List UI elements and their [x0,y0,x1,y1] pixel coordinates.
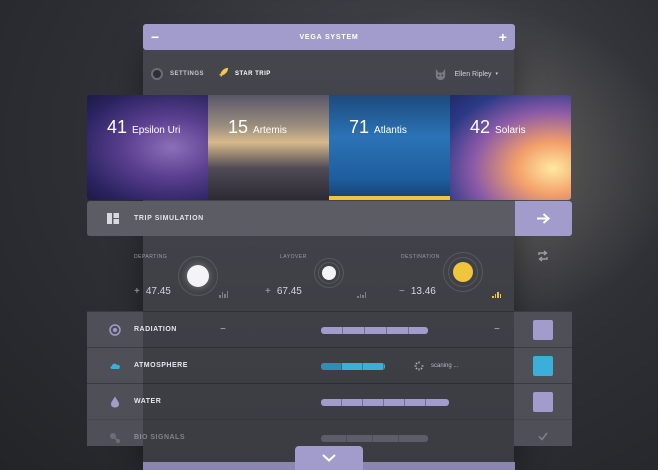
top-nav: SETTINGS STAR TRIP Ellen Ripley ▾ [143,60,514,88]
window-title: VEGA SYSTEM [299,33,359,41]
nav-item-settings[interactable]: SETTINGS [151,68,204,80]
destination-knob[interactable] [453,262,473,282]
atmosphere-status: scaning ... [414,361,458,371]
gear-icon [151,68,163,80]
destination-number: 42 [470,117,491,137]
drop-icon [111,396,119,407]
layover-caption: LAYOVER [280,254,307,260]
radiation-icon [109,323,121,336]
system-row-radiation: RADIATION − − [87,311,572,347]
destination-value: −13.46 [399,286,436,297]
trip-simulation-title: TRIP SIMULATION [134,215,204,222]
nav-item-star-trip[interactable]: STAR TRIP [218,67,271,81]
user-name: Ellen Ripley [454,70,492,78]
bio-icon [110,432,120,443]
status-text: scaning ... [431,362,459,369]
destination-name: Solaris [495,125,526,136]
destination-number: 13.46 [410,286,436,297]
system-label: WATER [134,398,162,405]
departing-caption: DEPARTING [134,254,168,260]
destination-name: Artemis [253,125,287,136]
destination-op: − [399,286,405,297]
destination-card-epsilon-uri[interactable]: 41 Epsilon Uri [87,95,208,200]
layover-number: 67.45 [276,286,302,297]
system-row-water: WATER [87,383,572,419]
departing-op: + [134,286,140,297]
bars-icon [357,291,367,298]
radiation-toggle[interactable] [533,320,553,340]
expand-button[interactable] [295,446,363,470]
bars-icon [219,291,229,298]
minimize-button[interactable]: − [151,30,159,44]
atmosphere-slider[interactable] [321,363,385,370]
repeat-icon[interactable] [537,250,549,262]
arrow-right-icon [537,213,550,224]
decrease-button-right[interactable]: − [494,324,500,335]
destination-card-atlantis[interactable]: 71 Atlantis [329,95,450,200]
check-icon[interactable] [538,432,548,441]
decrease-button[interactable]: − [220,324,226,335]
layover-value: +67.45 [265,286,302,297]
water-toggle[interactable] [533,392,553,412]
system-label: BIO SIGNALS [134,434,186,441]
layover-knob[interactable] [322,266,336,280]
add-button[interactable]: + [499,30,507,44]
cat-avatar-icon [435,68,445,80]
user-menu[interactable]: Ellen Ripley ▾ [434,68,498,81]
spinner-icon [414,361,424,370]
start-trip-button[interactable] [515,201,572,236]
layover-control: LAYOVER +67.45 [265,236,385,311]
departing-number: 47.45 [145,286,171,297]
departing-knob[interactable] [187,265,209,287]
destination-name: Epsilon Uri [132,125,181,136]
nav-item-label: SETTINGS [170,71,205,77]
layover-op: + [265,286,271,297]
radiation-slider[interactable] [321,327,428,334]
destination-control: DESTINATION −13.46 [388,236,508,311]
simulation-panel: DEPARTING +47.45 LAYOVER +67.45 DESTINAT… [134,236,514,311]
title-bar: − VEGA SYSTEM + [143,24,515,50]
chevron-down-icon [322,454,336,462]
chevron-down-icon: ▾ [495,71,498,77]
nav-item-label: STAR TRIP [235,71,271,77]
trip-simulation-bar: TRIP SIMULATION [87,201,515,236]
departing-control: DEPARTING +47.45 [134,236,263,311]
destination-name: Atlantis [374,125,407,136]
destination-number: 71 [349,117,370,137]
system-label: ATMOSPHERE [134,362,188,369]
cloud-icon [110,363,120,369]
destination-card-artemis[interactable]: 15 Artemis [208,95,329,200]
destination-number: 15 [228,117,249,137]
rocket-icon [218,67,229,81]
destination-cards: 41 Epsilon Uri 15 Artemis 71 Atlantis 42 Sol… [87,95,571,200]
bio-signals-slider[interactable] [321,435,428,442]
departing-value: +47.45 [134,286,171,297]
system-row-atmosphere: ATMOSPHERE scaning ... [87,347,572,383]
destination-number: 41 [107,117,128,137]
water-slider[interactable] [321,399,449,406]
destination-caption: DESTINATION [401,254,440,260]
destination-card-solaris[interactable]: 42 Solaris [450,95,571,200]
bars-icon [492,291,502,298]
atmosphere-toggle[interactable] [533,356,553,376]
system-label: RADIATION [134,326,177,333]
layout-grid-icon [107,213,119,224]
